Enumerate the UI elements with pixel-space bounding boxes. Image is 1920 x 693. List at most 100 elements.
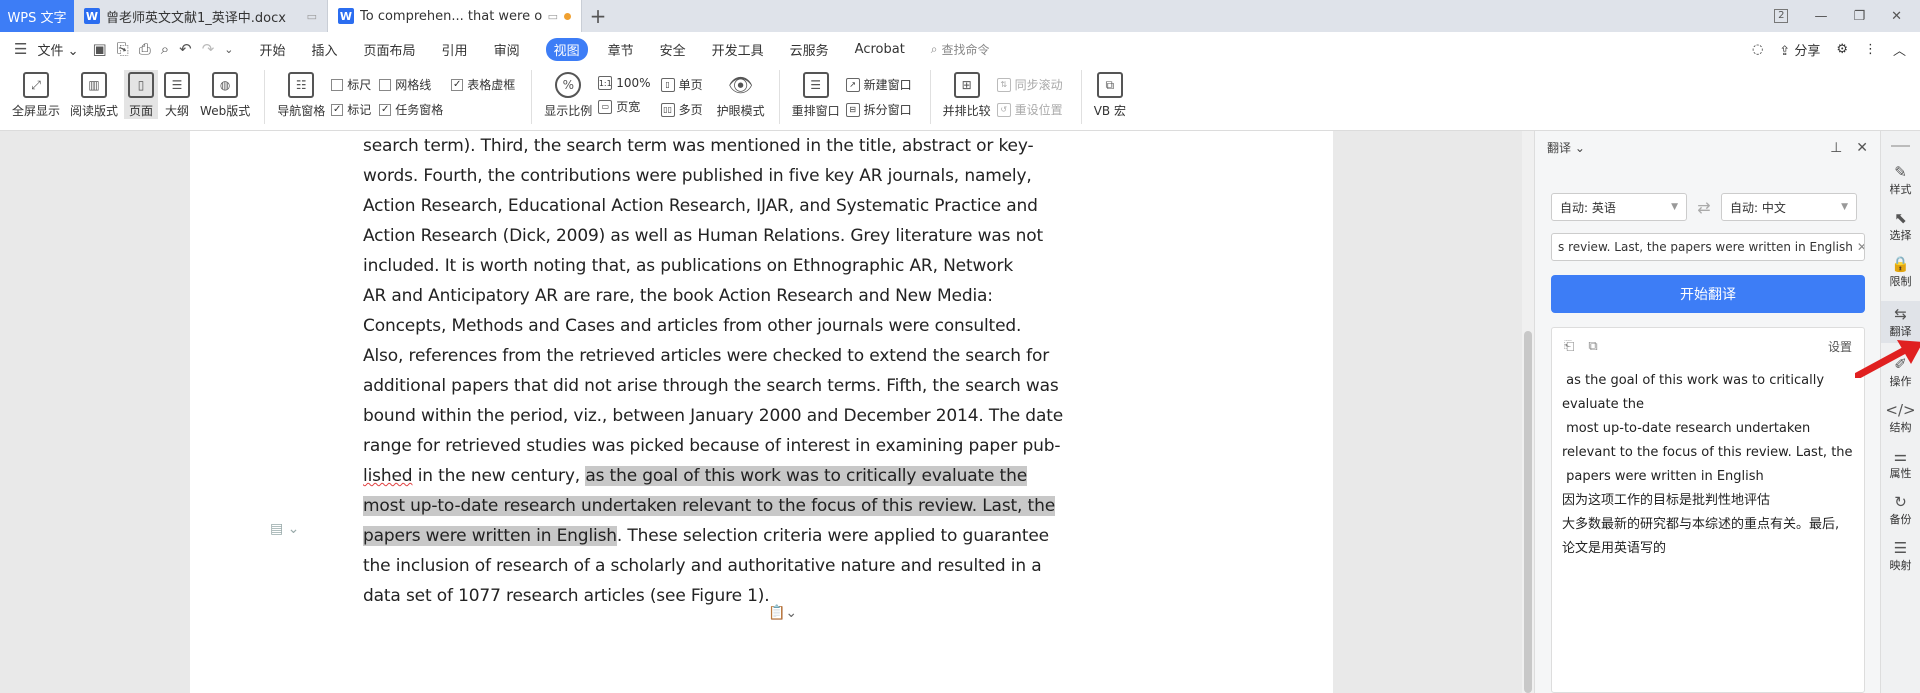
window-count-badge[interactable]: 2	[1774, 9, 1789, 23]
text-run[interactable]: included. It is worth noting that, as pu…	[363, 256, 1013, 276]
source-text-input[interactable]: s review. Last, the papers were written …	[1551, 233, 1865, 261]
rail-restrict[interactable]: 🔒 限制	[1881, 255, 1920, 289]
document-line[interactable]: Action Research (Dick, 2009) as well as …	[363, 221, 1053, 251]
selected-text[interactable]: papers were written in English	[363, 526, 617, 546]
document-line[interactable]: search term). Third, the search term was…	[363, 131, 1053, 161]
close-icon[interactable]: ✕	[1891, 9, 1902, 24]
text-run[interactable]: range for retrieved studies was picked b…	[363, 436, 1061, 456]
text-run[interactable]: Action Research, Educational Action Rese…	[363, 196, 1038, 216]
web-layout-button[interactable]: ◍ Web版式	[196, 70, 254, 119]
menu-insert[interactable]: 插入	[312, 40, 338, 59]
restore-icon[interactable]: ❐	[1853, 9, 1865, 24]
insert-icon[interactable]: ⎗	[1564, 339, 1574, 354]
target-language-select[interactable]: 自动: 中文 ▼	[1721, 193, 1857, 221]
text-run[interactable]: the inclusion of research of a scholarly…	[363, 556, 1042, 576]
side-by-side-button[interactable]: ⊞ 并排比较	[939, 70, 995, 119]
document-line[interactable]: included. It is worth noting that, as pu…	[363, 251, 1053, 281]
text-run[interactable]: bound within the period, viz., between J…	[363, 406, 1063, 426]
command-search[interactable]: ⌕ 查找命令	[931, 41, 990, 58]
multi-page-button[interactable]: ▯▯ 多页	[660, 101, 703, 118]
task-pane-checkbox[interactable]: ✓ 任务窗格	[379, 101, 443, 118]
panel-close-icon[interactable]: ✕	[1856, 140, 1868, 156]
text-run[interactable]: additional papers that did not arise thr…	[363, 376, 1059, 396]
hamburger-icon[interactable]: ☰	[14, 40, 27, 58]
more-icon[interactable]: ⋮	[1864, 42, 1877, 57]
monitor-icon[interactable]: ▭	[307, 10, 317, 23]
rail-structure[interactable]: </> 结构	[1881, 401, 1920, 435]
start-translate-button[interactable]: 开始翻译	[1551, 275, 1865, 313]
page-width-button[interactable]: ▭ 页宽	[598, 98, 650, 115]
zoom-100-button[interactable]: 1:1 100%	[598, 76, 651, 90]
menu-references[interactable]: 引用	[442, 40, 468, 59]
scrollbar-thumb[interactable]	[1524, 331, 1532, 693]
save-icon[interactable]: ▣	[93, 40, 107, 58]
rail-styles[interactable]: ✎ 样式	[1881, 163, 1920, 197]
text-run[interactable]: search term). Third, the search term was…	[363, 136, 1034, 156]
document-line[interactable]: words. Fourth, the contributions were pu…	[363, 161, 1053, 191]
menu-chapter[interactable]: 章节	[608, 40, 634, 59]
export-pdf-icon[interactable]: ⎘	[117, 40, 129, 58]
document-line[interactable]: additional papers that did not arise thr…	[363, 371, 1059, 401]
split-window-button[interactable]: ⊟ 拆分窗口	[845, 101, 912, 118]
text-run[interactable]: in the new century,	[412, 466, 585, 486]
menu-view[interactable]: 视图	[545, 37, 588, 61]
text-run[interactable]: Concepts, Methods and Cases and articles…	[363, 316, 1021, 336]
markup-checkbox[interactable]: ✓ 标记	[331, 101, 371, 118]
wps-home-tab[interactable]: WPS 文字	[0, 0, 74, 32]
rail-properties[interactable]: ⚌ 属性	[1881, 447, 1920, 481]
menu-acrobat[interactable]: Acrobat	[855, 42, 905, 57]
customize-icon[interactable]: ⌄	[224, 43, 233, 56]
clear-input-icon[interactable]: ✕	[1853, 240, 1864, 254]
document-line[interactable]: Action Research, Educational Action Rese…	[363, 191, 1053, 221]
text-run[interactable]: Action Research (Dick, 2009) as well as …	[363, 226, 1043, 246]
undo-icon[interactable]: ↶	[179, 40, 192, 58]
rail-select[interactable]: ⬉ 选择	[1881, 209, 1920, 243]
document-line[interactable]: range for retrieved studies was picked b…	[363, 431, 1061, 461]
settings-icon[interactable]: ⚙	[1836, 42, 1848, 57]
nav-pane-button[interactable]: ☷ 导航窗格	[273, 70, 329, 119]
file-menu[interactable]: 文件 ⌄	[37, 40, 78, 59]
document-line[interactable]: the inclusion of research of a scholarly…	[363, 551, 1053, 581]
paragraph-options-icon[interactable]: ▤ ⌄	[270, 521, 299, 537]
vertical-scrollbar[interactable]	[1522, 131, 1534, 693]
document-line[interactable]: lished in the new century, as the goal o…	[363, 461, 1053, 491]
doc-tab-2[interactable]: W To comprehen... that were o ▭	[328, 0, 582, 32]
rearrange-window-button[interactable]: ☰ 重排窗口	[788, 70, 844, 119]
outline-button[interactable]: ☰ 大纲	[160, 70, 194, 119]
document-line[interactable]: papers were written in English. These se…	[363, 521, 1053, 551]
redo-icon[interactable]: ↷	[202, 40, 215, 58]
reading-layout-button[interactable]: ▥ 阅读版式	[66, 70, 122, 119]
print-preview-icon[interactable]: ⌕	[161, 40, 169, 58]
menu-page-layout[interactable]: 页面布局	[364, 40, 416, 59]
single-page-button[interactable]: ▯ 单页	[660, 76, 703, 93]
share-button[interactable]: ⇪ 分享	[1779, 40, 1820, 59]
translate-panel-title[interactable]: 翻译 ⌄	[1547, 139, 1585, 156]
document-line[interactable]: most up-to-date research undertaken rele…	[363, 491, 1055, 521]
fullscreen-button[interactable]: ⤢ 全屏显示	[8, 70, 64, 119]
rail-mapping[interactable]: ☰ 映射	[1881, 539, 1920, 573]
menu-review[interactable]: 审阅	[494, 40, 520, 59]
pin-icon[interactable]: ⊥	[1830, 140, 1842, 156]
text-run[interactable]: data set of 1077 research articles (see …	[363, 586, 770, 606]
document-line[interactable]: data set of 1077 research articles (see …	[363, 581, 1053, 611]
comment-icon[interactable]: ◌	[1752, 42, 1763, 57]
document-line[interactable]: Concepts, Methods and Cases and articles…	[363, 311, 1053, 341]
ruler-checkbox[interactable]: 标尺	[331, 76, 371, 93]
document-line[interactable]: bound within the period, viz., between J…	[363, 401, 1063, 431]
minimize-icon[interactable]: —	[1814, 9, 1827, 24]
text-run[interactable]: . These selection criteria were applied …	[617, 526, 1049, 546]
source-language-select[interactable]: 自动: 英语 ▼	[1551, 193, 1687, 221]
document-page[interactable]: search term). Third, the search term was…	[190, 131, 1333, 693]
paste-options-icon[interactable]: 📋⌄	[768, 605, 797, 621]
zoom-button[interactable]: % 显示比例	[540, 70, 596, 119]
doc-tab-1[interactable]: W 曾老师英文文献1_英译中.docx ▭	[74, 0, 328, 32]
text-run[interactable]: words. Fourth, the contributions were pu…	[363, 166, 1032, 186]
table-gridline-checkbox[interactable]: ✓ 表格虚框	[451, 76, 515, 93]
document-line[interactable]: Also, references from the retrieved arti…	[363, 341, 1053, 371]
gridlines-checkbox[interactable]: 网格线	[379, 76, 443, 93]
page-view-button[interactable]: ▯ 页面	[124, 70, 159, 119]
text-run[interactable]: AR and Anticipatory AR are rare, the boo…	[363, 286, 993, 306]
result-settings-button[interactable]: 设置	[1828, 338, 1852, 355]
document-body[interactable]: search term). Third, the search term was…	[363, 131, 1063, 611]
swap-languages-icon[interactable]: ⇄	[1695, 198, 1713, 217]
